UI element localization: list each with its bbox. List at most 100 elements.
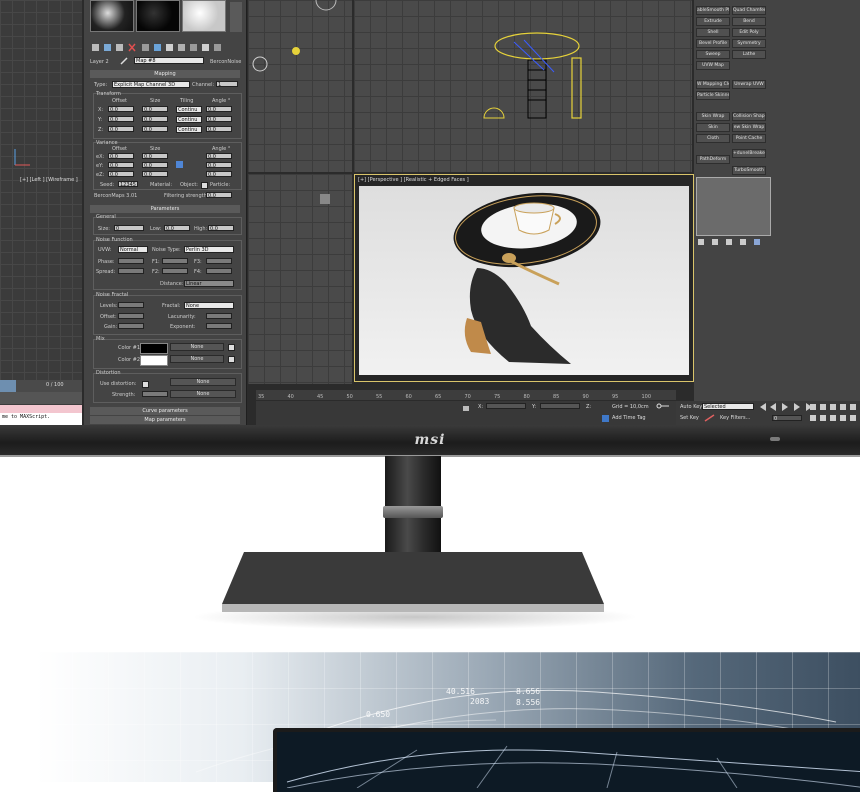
variance-angle-y[interactable]: 0,0 xyxy=(206,162,232,168)
offset-z-field[interactable]: 0,0 xyxy=(108,126,134,132)
variance-angle-z[interactable]: 0,0 xyxy=(206,171,232,177)
modifier-button[interactable]: Skin Wrap xyxy=(696,112,730,121)
modifier-button[interactable]: UVW Map xyxy=(696,61,730,70)
variance-offset-x[interactable]: 0,0 xyxy=(108,153,134,159)
key-icon[interactable] xyxy=(656,402,670,410)
exponent-field[interactable] xyxy=(206,323,232,329)
maxscript-listener-input[interactable] xyxy=(0,405,82,413)
perspective-viewport-label[interactable]: [+] [Perspective ] [Realistic + Edged Fa… xyxy=(358,177,469,183)
perspective-viewport[interactable]: [+] [Perspective ] [Realistic + Edged Fa… xyxy=(354,174,694,382)
variance-offset-z[interactable]: 0,0 xyxy=(108,171,134,177)
modifier-button[interactable]: Cloth xyxy=(696,134,730,143)
modifier-button[interactable]: Sweep xyxy=(696,50,730,59)
variance-offset-y[interactable]: 0,0 xyxy=(108,162,134,168)
time-tag-icon[interactable] xyxy=(602,415,609,422)
f2-field[interactable] xyxy=(162,268,188,274)
object-checkbox[interactable] xyxy=(201,182,208,189)
track-bar[interactable] xyxy=(0,392,82,404)
modifier-button[interactable]: +dunelBreaker xyxy=(732,149,766,158)
modifier-button[interactable]: Symmetry xyxy=(732,39,766,48)
strength-map-button[interactable]: None xyxy=(170,390,236,398)
fractal-dropdown[interactable]: None xyxy=(184,302,234,309)
lock-selection-icon[interactable] xyxy=(462,403,470,411)
sample-toolbar[interactable] xyxy=(230,2,242,32)
modifier-button[interactable]: Unwrap UVW xyxy=(732,80,766,89)
color2-swatch[interactable] xyxy=(140,355,168,366)
color1-map-checkbox[interactable] xyxy=(228,344,235,351)
front-viewport[interactable] xyxy=(354,0,692,172)
map-parameters-rollout[interactable]: Map parameters xyxy=(90,416,240,424)
modifier-button[interactable]: Bevel Profile xyxy=(696,39,730,48)
size-z-field[interactable]: 0,0 xyxy=(142,126,168,132)
variance-size-x[interactable]: 0,0 xyxy=(142,153,168,159)
modifier-button[interactable]: ew Skin Wrap xyxy=(732,123,766,132)
modifier-button[interactable]: PathDeform xyxy=(696,155,730,164)
material-toolbar[interactable] xyxy=(90,42,240,54)
levels-field[interactable] xyxy=(118,302,144,308)
low-field[interactable]: 0,0 xyxy=(164,225,190,231)
modifier-button[interactable]: Point Cache xyxy=(732,134,766,143)
tiling-y-dropdown[interactable]: Continu xyxy=(176,116,202,123)
modifier-button[interactable]: Shell xyxy=(696,28,730,37)
modifier-button[interactable]: Edit Poly xyxy=(732,28,766,37)
lacunarity-field[interactable] xyxy=(206,313,232,319)
current-frame-field[interactable]: 0 xyxy=(772,415,802,421)
map-name-field[interactable]: Map #8 xyxy=(134,57,204,64)
offset-x-field[interactable]: 0,0 xyxy=(108,106,134,112)
material-slot-2[interactable] xyxy=(136,0,180,32)
gain-field[interactable] xyxy=(118,323,144,329)
modifier-button[interactable]: TurboSmooth xyxy=(732,166,766,175)
lock-icon[interactable] xyxy=(176,161,183,168)
high-field[interactable]: 0,0 xyxy=(208,225,234,231)
set-key-button[interactable]: Set Key xyxy=(680,415,699,421)
distortion-map-button[interactable]: None xyxy=(170,378,236,386)
use-distortion-checkbox[interactable] xyxy=(142,381,149,388)
size-x-field[interactable]: 0,0 xyxy=(142,106,168,112)
distance-dropdown[interactable]: Linear xyxy=(184,280,234,287)
modifier-button[interactable]: Skin xyxy=(696,123,730,132)
modifier-button[interactable]: ableSmooth Pt xyxy=(696,6,730,15)
top-viewport[interactable] xyxy=(248,0,352,172)
mapping-type-dropdown[interactable]: Explicit Map Channel 3D xyxy=(112,81,190,88)
modifier-button[interactable]: Particle Skinner xyxy=(696,91,730,100)
filtering-field[interactable]: 0,0 xyxy=(206,192,232,198)
viewport-navigation[interactable] xyxy=(808,402,858,424)
f1-field[interactable] xyxy=(162,258,188,264)
seed-field[interactable]: 12345 xyxy=(118,181,138,187)
f4-field[interactable] xyxy=(206,268,232,274)
variance-size-y[interactable]: 0,0 xyxy=(142,162,168,168)
color2-map-checkbox[interactable] xyxy=(228,356,235,363)
f3-field[interactable] xyxy=(206,258,232,264)
y-coord-field[interactable] xyxy=(540,403,580,409)
modifier-button[interactable]: Collision Shape xyxy=(732,112,766,121)
angle-y-field[interactable]: 0,0 xyxy=(206,116,232,122)
offset-y-field[interactable]: 0,0 xyxy=(108,116,134,122)
set-key-icon[interactable] xyxy=(704,414,716,422)
modifier-button[interactable]: Bend xyxy=(732,17,766,26)
x-coord-field[interactable] xyxy=(486,403,526,409)
spread-field[interactable] xyxy=(118,268,144,274)
size-y-field[interactable]: 0,0 xyxy=(142,116,168,122)
uvw-dropdown[interactable]: Normal xyxy=(118,246,148,253)
noise-type-dropdown[interactable]: Perlin 3D xyxy=(184,246,234,253)
modifier-button[interactable]: Lathe xyxy=(732,50,766,59)
strength-field[interactable] xyxy=(142,391,168,397)
time-slider[interactable]: 0 / 100 xyxy=(0,380,82,392)
fractal-offset-field[interactable] xyxy=(118,313,144,319)
material-slot-1[interactable] xyxy=(90,0,134,32)
color1-swatch[interactable] xyxy=(140,343,168,354)
left-viewport[interactable]: [+] [Left ] [Wireframe ] 0 / 100 me to M… xyxy=(0,0,82,425)
channel-field[interactable]: 1 xyxy=(216,81,238,87)
mapping-rollout-header[interactable]: Mapping xyxy=(90,70,240,78)
curve-parameters-rollout[interactable]: Curve parameters xyxy=(90,407,240,415)
add-time-tag[interactable]: Add Time Tag xyxy=(612,415,646,421)
time-slider-thumb[interactable] xyxy=(0,380,16,392)
left-viewport-label[interactable]: [+] [Left ] [Wireframe ] xyxy=(20,177,78,183)
parameters-rollout-header[interactable]: Parameters xyxy=(90,205,240,213)
variance-angle-x[interactable]: 0,0 xyxy=(206,153,232,159)
material-slot-3[interactable] xyxy=(182,0,226,32)
variance-size-z[interactable]: 0,0 xyxy=(142,171,168,177)
color2-map-button[interactable]: None xyxy=(170,355,224,363)
angle-z-field[interactable]: 0,0 xyxy=(206,126,232,132)
selection-set-dropdown[interactable]: Selected xyxy=(702,403,754,410)
